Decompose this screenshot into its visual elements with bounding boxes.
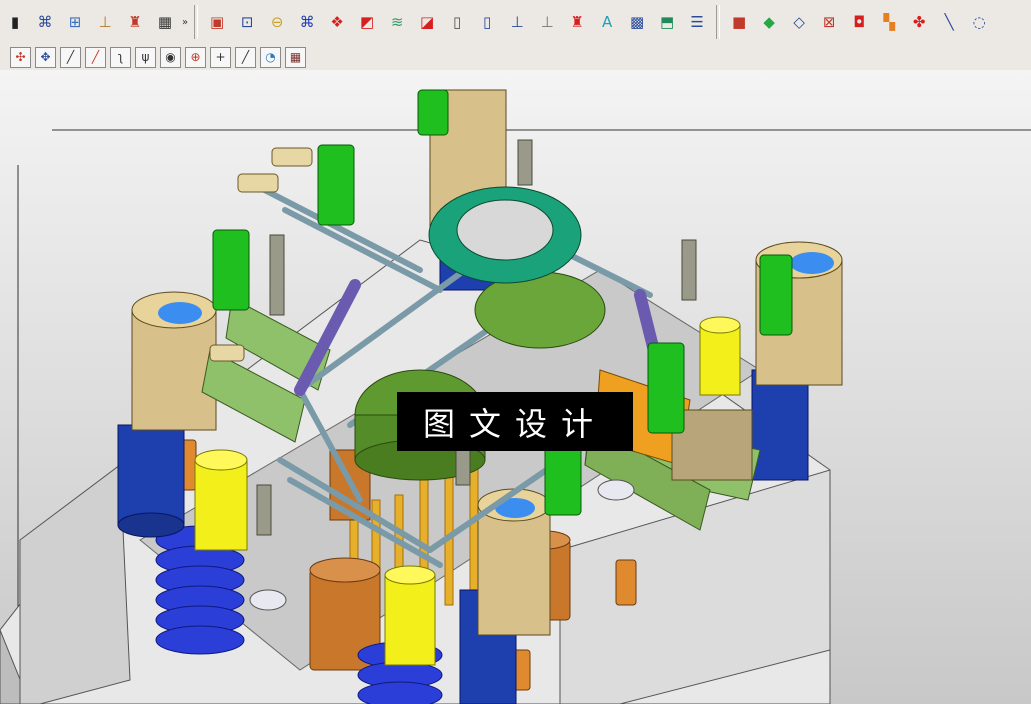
bushing-icon[interactable]: ⊥ [535,10,559,34]
core-insert-upper [474,271,606,349]
snap-existing-point-icon[interactable]: + [210,46,231,68]
assembly-icon[interactable]: ⌘ [33,10,57,34]
solid-cube-icon[interactable]: ■ [727,10,751,34]
bom-icon[interactable]: ☰ [685,10,709,34]
pin-icon[interactable]: ▯ [475,10,499,34]
face-color-icon[interactable]: ◘ [847,10,871,34]
spring-guide [384,574,436,666]
locating-ring [428,186,582,284]
support-block-left [19,464,131,704]
mold-assembly-model [0,89,1031,704]
support-pillar-top [309,557,381,583]
snap-toolbar: ✣ ✥ ╱ ╱ ʅ ψ ◉ ⊕ + ╱ ◔ ▦ [0,44,1031,71]
hatch-icon[interactable]: ▩ [625,10,649,34]
snap-grid-icon[interactable]: ▦ [285,46,306,68]
gate-icon[interactable]: ⊖ [265,10,289,34]
spring-guide-top [194,449,248,471]
palette-icon[interactable]: ▚ [877,10,901,34]
wireframe-cube-icon[interactable]: ◇ [787,10,811,34]
select-icon[interactable]: ▮ [3,10,27,34]
spring-guide-top [699,316,741,334]
graphics-viewport[interactable]: 图文设计 [0,70,1031,704]
spring-guide-top [384,565,436,585]
insert-pocket-icon[interactable]: ⊡ [235,10,259,34]
main-toolbar: ▮ ⌘ ⊞ ⊥ ♜ ▦ » ▣ ⊡ ⊖ ⌘ ❖ ◩ ≋ ◪ ▯ ▯ ⊥ ⊥ ♜ A ▩ ⬒ ☰ ■ ◆ ◇ ⊠ ◘ ▚ ✤ ╲ ◌ [0,0,1031,45]
toolbar-overflow-chevron[interactable]: » [182,17,188,28]
spring-guide [699,324,741,396]
ejector-icon[interactable]: ♜ [123,10,147,34]
line-icon[interactable]: ╲ [937,10,961,34]
snap-toolbar-group: ✣ ✥ ╱ ╱ ʅ ψ ◉ ⊕ + ╱ ◔ ▦ [8,46,308,68]
snap-point-icon[interactable]: ✣ [10,46,31,68]
assembly-toolbar-group: ▮ ⌘ ⊞ ⊥ ♜ ▦ [0,10,180,34]
slider-icon[interactable]: ❖ [325,10,349,34]
view-section-icon[interactable]: ✤ [907,10,931,34]
snap-on-face-icon[interactable]: ◔ [260,46,281,68]
watermark-label: 图文设计 [397,392,633,451]
green-diamond-icon[interactable]: ◆ [757,10,781,34]
ejector-pin-icon[interactable]: ♜ [565,10,589,34]
snap-intersection-icon[interactable]: ψ [135,46,156,68]
spring-guide [194,459,248,551]
snap-arc-center-icon[interactable]: ◉ [160,46,181,68]
cavity-layout-icon[interactable]: ▣ [205,10,229,34]
text-icon[interactable]: A [595,10,619,34]
cooling-icon[interactable]: ≋ [385,10,409,34]
toolbar-separator [194,5,199,39]
runner-icon[interactable]: ⌘ [295,10,319,34]
snap-control-icon[interactable]: ʅ [110,46,131,68]
standard-part-icon[interactable]: ▯ [445,10,469,34]
section-view-icon[interactable]: ⊠ [817,10,841,34]
sprue-icon[interactable]: ⊥ [505,10,529,34]
component-tree-icon[interactable]: ⊞ [63,10,87,34]
lifter-icon[interactable]: ◩ [355,10,379,34]
toolbar-separator [716,5,721,39]
view-toolbar-group: ■ ◆ ◇ ⊠ ◘ ▚ ✤ ╲ ◌ [724,10,994,34]
electrode-icon[interactable]: ◪ [415,10,439,34]
more-icon[interactable]: ◌ [967,10,991,34]
pocket-icon[interactable]: ⬒ [655,10,679,34]
mold-feature-toolbar-group: ▣ ⊡ ⊖ ⌘ ❖ ◩ ≋ ◪ ▯ ▯ ⊥ ⊥ ♜ A ▩ ⬒ ☰ [202,10,712,34]
snap-quadrant-icon[interactable]: ⊕ [185,46,206,68]
snap-mid-icon[interactable]: ✥ [35,46,56,68]
snap-on-curve-icon[interactable]: ╱ [235,46,256,68]
table-grid-icon[interactable]: ▦ [153,10,177,34]
stop-pin [615,559,637,606]
snap-midpoint-icon[interactable]: ╱ [85,46,106,68]
mold-base-icon[interactable]: ⊥ [93,10,117,34]
snap-endpoint-icon[interactable]: ╱ [60,46,81,68]
